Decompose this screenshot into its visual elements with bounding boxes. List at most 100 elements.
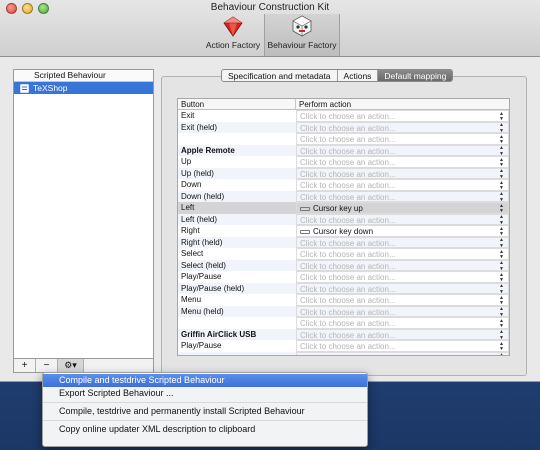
table-row[interactable]: Menu Click to choose an action... ▲ ▼: [178, 294, 509, 306]
action-placeholder: Click to choose an action...: [300, 158, 396, 167]
title-bar: Behaviour Construction Kit Action Factor…: [0, 0, 540, 57]
menu-item-compile-testdrive[interactable]: Compile and testdrive Scripted Behaviour: [43, 374, 367, 387]
ruby-gem-icon: [221, 14, 245, 38]
device-group-label: Griffin AirClick USB: [181, 329, 257, 339]
popup-arrows-icon: ▲▼: [499, 329, 504, 340]
menu-item-export[interactable]: Export Scripted Behaviour ...: [43, 387, 367, 400]
action-popup[interactable]: Click to choose an action... ▲▼: [296, 167, 509, 179]
toolbar-action-factory[interactable]: Action Factory: [200, 14, 266, 56]
button-name-cell: Play/Pause: [181, 341, 222, 350]
table-row[interactable]: Right Cursor key down ▲ ▼: [178, 225, 509, 237]
column-header-button[interactable]: Button: [178, 99, 296, 109]
menu-item-compile-install[interactable]: Compile, testdrive and permanently insta…: [43, 405, 367, 418]
popup-arrows-icon: ▲▼: [499, 317, 504, 329]
tab-specification[interactable]: Specification and metadata: [222, 70, 338, 81]
table-row[interactable]: Click to choose an action... ▲▼: [178, 133, 509, 145]
action-popup[interactable]: Click to choose an action... ▲▼: [296, 236, 509, 248]
action-placeholder: Click to choose an action...: [300, 250, 396, 259]
popup-arrows-icon: ▲▼: [499, 271, 504, 283]
action-popup[interactable]: Click to choose an action... ▲▼: [296, 317, 509, 329]
table-row[interactable]: Play/Pause Click to choose an action... ▲ ▼: [178, 340, 509, 352]
table-row[interactable]: Click to choose an action... ▲▼: [178, 351, 509, 355]
action-popup[interactable]: Click to choose an action... ▲▼: [296, 351, 509, 355]
action-popup[interactable]: Click to choose an action... ▲▼: [296, 328, 509, 340]
table-row[interactable]: Left Cursor key up ▲ ▼: [178, 202, 509, 214]
action-popup[interactable]: Click to choose an action... ▲▼: [296, 110, 509, 122]
button-name-cell: [178, 133, 296, 145]
popup-arrows-icon: ▲▼: [499, 248, 504, 260]
action-placeholder: Click to choose an action...: [300, 330, 396, 340]
action-placeholder: Click to choose an action...: [300, 319, 396, 328]
action-popup[interactable]: Click to choose an action... ▲▼: [296, 282, 509, 294]
gear-menu-button[interactable]: ⚙▾: [58, 359, 84, 372]
action-placeholder: Click to choose an action...: [300, 342, 396, 351]
table-row[interactable]: Up (held) Click to choose an action... ▲ ▼: [178, 167, 509, 179]
popup-arrows-icon: ▲▼: [499, 191, 504, 202]
mapping-table-body: Exit Click to choose an action... ▲ ▼ Exit (…: [178, 110, 509, 355]
table-row[interactable]: Down Click to choose an action... ▲ ▼: [178, 179, 509, 191]
button-name-cell: Select (held): [181, 260, 226, 270]
tab-actions[interactable]: Actions: [338, 70, 379, 81]
popup-arrows-icon: ▲▼: [499, 168, 504, 179]
table-row[interactable]: Apple Remote Click to choose an action...…: [178, 144, 509, 156]
action-popup[interactable]: Click to choose an action... ▲▼: [296, 156, 509, 168]
behaviour-list-item[interactable]: TeXShop: [14, 82, 153, 94]
action-placeholder: Click to choose an action...: [300, 112, 396, 121]
action-label: Cursor key down: [313, 227, 374, 236]
table-row[interactable]: Up Click to choose an action... ▲ ▼: [178, 156, 509, 168]
table-row[interactable]: Select (held) Click to choose an action..…: [178, 259, 509, 271]
table-row[interactable]: Left (held) Click to choose an action... ▲…: [178, 213, 509, 225]
action-popup[interactable]: Click to choose an action... ▲▼: [296, 144, 509, 156]
popup-arrows-icon: ▲▼: [499, 283, 504, 294]
remove-behaviour-button[interactable]: −: [36, 359, 58, 372]
column-header-action[interactable]: Perform action: [296, 99, 509, 109]
device-group-label: Apple Remote: [181, 145, 235, 155]
action-popup[interactable]: Click to choose an action... ▲▼: [296, 179, 509, 191]
toolbar-behaviour-factory[interactable]: Behaviour Factory: [264, 14, 340, 56]
action-popup[interactable]: Click to choose an action... ▲▼: [296, 271, 509, 283]
button-name-cell: Left (held): [181, 214, 218, 224]
table-row[interactable]: Griffin AirClick USB Click to choose an a…: [178, 328, 509, 340]
action-popup[interactable]: Click to choose an action... ▲▼: [296, 294, 509, 306]
action-popup[interactable]: Cursor key down ▲ ▼: [296, 225, 509, 237]
action-popup[interactable]: Click to choose an action... ▲▼: [296, 305, 509, 317]
action-popup[interactable]: Click to choose an action... ▲▼: [296, 259, 509, 271]
add-behaviour-button[interactable]: +: [14, 359, 36, 372]
action-popup[interactable]: Click to choose an action... ▲▼: [296, 121, 509, 133]
action-placeholder: Click to choose an action...: [300, 135, 396, 144]
action-placeholder: Click to choose an action...: [300, 238, 396, 248]
popup-arrows-icon: ▲▼: [499, 214, 504, 225]
tab-default-mapping[interactable]: Default mapping: [378, 70, 453, 81]
action-popup[interactable]: Cursor key up ▲ ▼: [296, 202, 509, 214]
menu-item-copy-updater-xml[interactable]: Copy online updater XML description to c…: [43, 423, 367, 436]
menu-separator: [43, 402, 367, 403]
action-label: Cursor key up: [313, 204, 363, 213]
button-name-cell: Right: [181, 226, 200, 235]
table-row[interactable]: Play/Pause Click to choose an action... ▲ ▼: [178, 271, 509, 283]
menu-separator: [43, 420, 367, 421]
table-row[interactable]: Menu (held) Click to choose an action... ▲…: [178, 305, 509, 317]
action-popup[interactable]: Click to choose an action... ▲▼: [296, 248, 509, 260]
table-row[interactable]: Click to choose an action... ▲▼: [178, 317, 509, 329]
table-row[interactable]: Play/Pause (held) Click to choose an acti…: [178, 282, 509, 294]
button-name-cell: Play/Pause: [181, 272, 222, 281]
toolbar-behaviour-factory-label: Behaviour Factory: [267, 40, 337, 50]
behaviour-list[interactable]: Scripted Behaviour TeXShop: [13, 69, 154, 359]
popup-arrows-icon: ▲▼: [499, 202, 504, 214]
action-placeholder: Click to choose an action...: [300, 273, 396, 282]
action-placeholder: Click to choose an action...: [300, 296, 396, 305]
action-placeholder: Click to choose an action...: [300, 307, 396, 317]
table-row[interactable]: Exit Click to choose an action... ▲ ▼: [178, 110, 509, 122]
table-row[interactable]: Select Click to choose an action... ▲ ▼: [178, 248, 509, 260]
table-row[interactable]: Right (held) Click to choose an action...…: [178, 236, 509, 248]
action-popup[interactable]: Click to choose an action... ▲▼: [296, 133, 509, 145]
table-row[interactable]: Exit (held) Click to choose an action... ▲…: [178, 121, 509, 133]
button-name-cell: Menu (held): [181, 306, 224, 316]
action-popup[interactable]: Click to choose an action... ▲▼: [296, 190, 509, 202]
action-popup[interactable]: Click to choose an action... ▲▼: [296, 340, 509, 352]
table-row[interactable]: Down (held) Click to choose an action... ▲…: [178, 190, 509, 202]
script-icon: [20, 83, 29, 93]
mapping-table: Button Perform action Exit Click to choos…: [177, 98, 510, 356]
button-name-cell: Right (held): [181, 237, 223, 247]
action-popup[interactable]: Click to choose an action... ▲▼: [296, 213, 509, 225]
